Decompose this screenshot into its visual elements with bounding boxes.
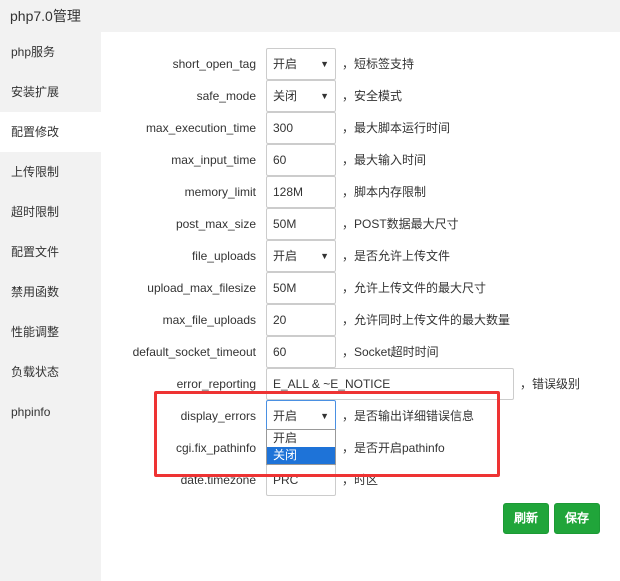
setting-row: date.timezone PRC ，时区 <box>101 464 620 496</box>
setting-row: post_max_size 50M ，POST数据最大尺寸 <box>101 208 620 240</box>
sidebar-item-upload-limit[interactable]: 上传限制 <box>0 152 101 192</box>
max-input-time-input[interactable]: 60 <box>266 144 336 176</box>
chevron-down-icon: ▼ <box>320 59 329 69</box>
sidebar-item-load-status[interactable]: 负载状态 <box>0 352 101 392</box>
setting-label: default_socket_timeout <box>132 345 256 359</box>
post-max-size-input[interactable]: 50M <box>266 208 336 240</box>
error-reporting-input[interactable]: E_ALL & ~E_NOTICE <box>266 368 514 400</box>
short-open-tag-select[interactable]: 开启 ▼ <box>266 48 336 80</box>
window-title: php7.0管理 <box>0 0 620 32</box>
select-value: 开启 <box>273 409 298 423</box>
max-execution-time-input[interactable]: 300 <box>266 112 336 144</box>
sidebar-item-php-service[interactable]: php服务 <box>0 32 101 72</box>
select-value: 关闭 <box>273 89 298 103</box>
setting-label: display_errors <box>180 409 256 423</box>
setting-hint: ，是否开启pathinfo <box>342 441 445 455</box>
sidebar-item-config-file[interactable]: 配置文件 <box>0 232 101 272</box>
setting-row: max_execution_time 300 ，最大脚本运行时间 <box>101 112 620 144</box>
refresh-button[interactable]: 刷新 <box>503 503 549 534</box>
setting-hint: ，允许同时上传文件的最大数量 <box>342 313 511 327</box>
setting-label: max_input_time <box>171 153 256 167</box>
sidebar: php服务 安装扩展 配置修改 上传限制 超时限制 配置文件 禁用函数 性能调整… <box>0 32 101 581</box>
setting-row: display_errors 开启 ▼ ，是否输出详细错误信息 <box>101 400 620 432</box>
sidebar-item-install-extension[interactable]: 安装扩展 <box>0 72 101 112</box>
setting-row: max_input_time 60 ，最大输入时间 <box>101 144 620 176</box>
setting-hint: ，最大输入时间 <box>342 153 427 167</box>
setting-hint: ，安全模式 <box>342 89 403 103</box>
setting-row: cgi.fix_pathinfo ，是否开启pathinfo <box>101 432 620 464</box>
setting-label: error_reporting <box>176 377 256 391</box>
setting-label: upload_max_filesize <box>147 281 256 295</box>
chevron-down-icon: ▼ <box>320 251 329 261</box>
file-uploads-select[interactable]: 开启 ▼ <box>266 240 336 272</box>
upload-max-filesize-input[interactable]: 50M <box>266 272 336 304</box>
setting-hint: ，Socket超时时间 <box>342 345 439 359</box>
setting-row: memory_limit 128M ，脚本内存限制 <box>101 176 620 208</box>
setting-hint: ，错误级别 <box>520 377 581 391</box>
setting-hint: ，脚本内存限制 <box>342 185 427 199</box>
sidebar-item-config-edit[interactable]: 配置修改 <box>0 112 101 152</box>
select-value: 开启 <box>273 249 298 263</box>
setting-row: short_open_tag 开启 ▼ ，短标签支持 <box>101 48 620 80</box>
setting-label: memory_limit <box>184 185 256 199</box>
setting-label: post_max_size <box>175 217 256 231</box>
dropdown-option-on[interactable]: 开启 <box>267 430 335 447</box>
setting-label: max_file_uploads <box>162 313 256 327</box>
chevron-down-icon: ▼ <box>320 91 329 101</box>
chevron-down-icon: ▼ <box>320 411 329 421</box>
sidebar-item-disabled-functions[interactable]: 禁用函数 <box>0 272 101 312</box>
setting-hint: ，最大脚本运行时间 <box>342 121 451 135</box>
sidebar-item-phpinfo[interactable]: phpinfo <box>0 392 101 432</box>
setting-label: short_open_tag <box>172 57 256 71</box>
setting-label: safe_mode <box>196 89 256 103</box>
setting-label: file_uploads <box>191 249 256 263</box>
setting-row: safe_mode 关闭 ▼ ，安全模式 <box>101 80 620 112</box>
date-timezone-input[interactable]: PRC <box>266 464 336 496</box>
memory-limit-input[interactable]: 128M <box>266 176 336 208</box>
setting-label: max_execution_time <box>145 121 256 135</box>
setting-hint: ，POST数据最大尺寸 <box>342 217 459 231</box>
setting-label: cgi.fix_pathinfo <box>175 441 256 455</box>
display-errors-select[interactable]: 开启 ▼ <box>266 400 336 432</box>
save-button[interactable]: 保存 <box>554 503 600 534</box>
setting-hint: ，是否允许上传文件 <box>342 249 451 263</box>
select-value: 开启 <box>273 57 298 71</box>
setting-hint: ，短标签支持 <box>342 57 415 71</box>
setting-hint: ，允许上传文件的最大尺寸 <box>342 281 487 295</box>
max-file-uploads-input[interactable]: 20 <box>266 304 336 336</box>
setting-row: max_file_uploads 20 ，允许同时上传文件的最大数量 <box>101 304 620 336</box>
setting-row: upload_max_filesize 50M ，允许上传文件的最大尺寸 <box>101 272 620 304</box>
setting-row: default_socket_timeout 60 ，Socket超时时间 <box>101 336 620 368</box>
sidebar-item-performance[interactable]: 性能调整 <box>0 312 101 352</box>
display-errors-dropdown: 开启 关闭 <box>266 429 336 465</box>
default-socket-timeout-input[interactable]: 60 <box>266 336 336 368</box>
setting-row: file_uploads 开启 ▼ ，是否允许上传文件 <box>101 240 620 272</box>
setting-row: error_reporting E_ALL & ~E_NOTICE ，错误级别 <box>101 368 620 400</box>
config-form: short_open_tag 开启 ▼ ，短标签支持 safe_mode 关闭 … <box>101 32 620 581</box>
dropdown-option-off[interactable]: 关闭 <box>267 447 335 464</box>
safe-mode-select[interactable]: 关闭 ▼ <box>266 80 336 112</box>
setting-hint: ，是否输出详细错误信息 <box>342 409 475 423</box>
sidebar-item-timeout-limit[interactable]: 超时限制 <box>0 192 101 232</box>
setting-hint: ，时区 <box>342 473 379 487</box>
setting-label: date.timezone <box>180 473 256 487</box>
